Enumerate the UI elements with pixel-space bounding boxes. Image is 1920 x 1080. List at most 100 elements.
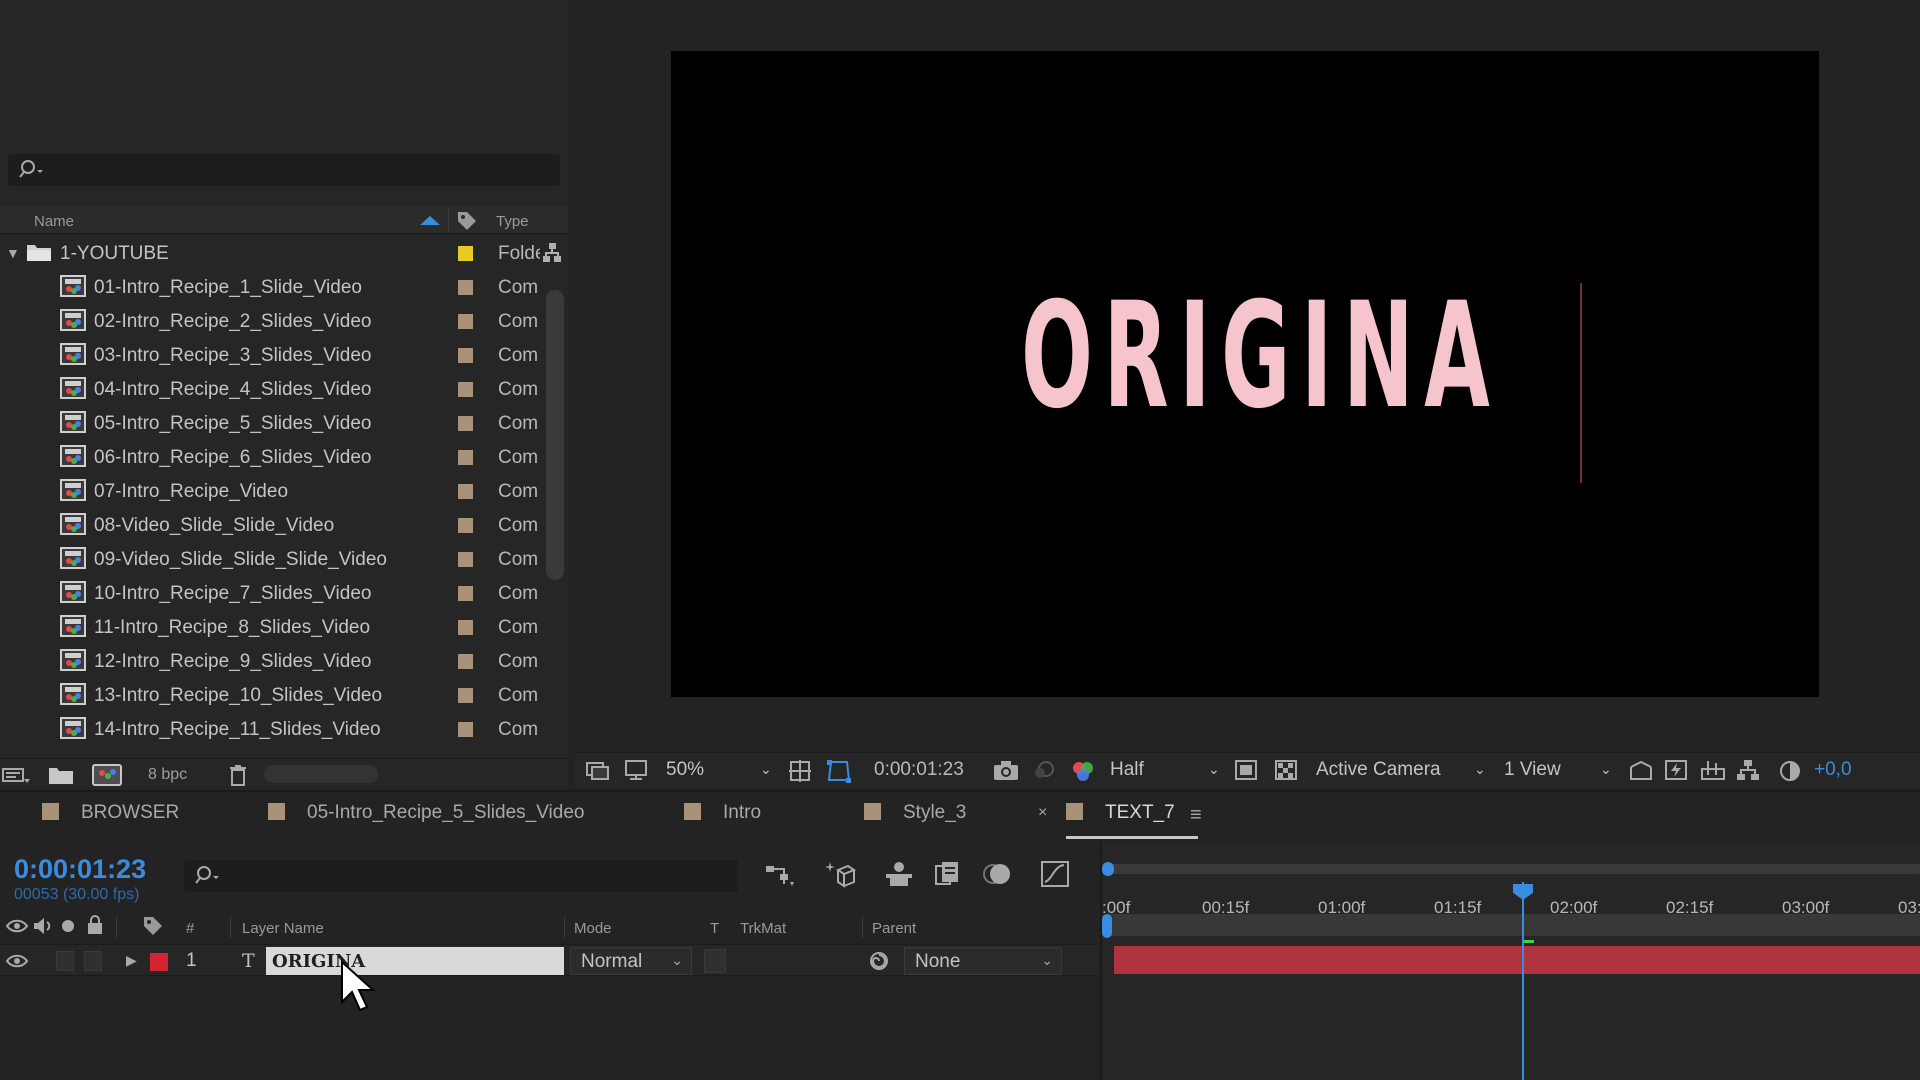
magnification-dropdown[interactable]: 50% ⌄: [664, 758, 782, 784]
timeline-graph-area[interactable]: :00f 00:15f 01:00f 01:15f 02:00f 02:15f 03:00f…: [1100, 842, 1920, 1080]
comp-label-color[interactable]: [458, 280, 473, 295]
current-time-display[interactable]: 0:00:01:23: [874, 759, 964, 781]
canvas-title-text[interactable]: ORIGINA: [1021, 283, 1490, 429]
comp-label-color[interactable]: [458, 586, 473, 601]
timeline-icon[interactable]: [1700, 759, 1726, 781]
comp-label-color[interactable]: [458, 552, 473, 567]
column-layer-name[interactable]: Layer Name: [242, 920, 324, 937]
search-icon[interactable]: [18, 158, 48, 182]
flowchart-icon[interactable]: [542, 242, 562, 264]
graph-editor-icon[interactable]: [1040, 860, 1070, 888]
layer-row[interactable]: ▶ 1 T ORIGINA Normal ⌄ None ⌄: [0, 944, 1098, 976]
comp-label-color[interactable]: [458, 722, 473, 737]
project-comp-row[interactable]: 06-Intro_Recipe_6_Slides_Video Com: [0, 440, 550, 474]
trash-icon[interactable]: [228, 764, 248, 786]
toggle-pixel-aspect-icon[interactable]: [1628, 759, 1654, 781]
playhead-line[interactable]: [1522, 882, 1524, 1080]
panel-menu-icon[interactable]: ≡: [1190, 804, 1202, 827]
column-type[interactable]: Type: [496, 213, 529, 230]
comp-label-color[interactable]: [458, 620, 473, 635]
video-visibility-icon[interactable]: [6, 952, 28, 970]
pick-whip-icon[interactable]: [868, 950, 890, 972]
flowchart-icon[interactable]: [1736, 759, 1760, 781]
project-comp-row[interactable]: 11-Intro_Recipe_8_Slides_Video Com: [0, 610, 550, 644]
layer-name-field[interactable]: ORIGINA: [266, 947, 564, 975]
layer-duration-bar[interactable]: [1114, 946, 1920, 974]
comp-label-color[interactable]: [458, 450, 473, 465]
time-navigator-bar[interactable]: [1102, 914, 1920, 938]
time-ruler[interactable]: :00f 00:15f 01:00f 01:15f 02:00f 02:15f 03:00f…: [1102, 862, 1920, 932]
parent-dropdown[interactable]: None ⌄: [904, 947, 1062, 975]
solo-toggle[interactable]: [56, 951, 74, 971]
project-comp-row[interactable]: 07-Intro_Recipe_Video Com: [0, 474, 550, 508]
new-composition-icon[interactable]: [92, 764, 122, 786]
project-comp-row[interactable]: 03-Intro_Recipe_3_Slides_Video Com: [0, 338, 550, 372]
project-comp-row[interactable]: 14-Intro_Recipe_11_Slides_Video Com: [0, 712, 550, 746]
comp-label-color[interactable]: [458, 688, 473, 703]
fast-previews-icon[interactable]: [1664, 759, 1688, 781]
twirl-closed-icon[interactable]: ▶: [126, 952, 137, 969]
bit-depth-button[interactable]: 8 bpc: [148, 766, 187, 784]
view-layout-dropdown[interactable]: 1 View ⌄: [1502, 758, 1620, 784]
layer-label-color[interactable]: [150, 953, 168, 971]
label-tag-icon[interactable]: [142, 915, 164, 937]
tab-text-7[interactable]: TEXT_7: [1066, 802, 1198, 839]
twirl-open-icon[interactable]: ▼: [6, 245, 20, 261]
project-comp-row[interactable]: 02-Intro_Recipe_2_Slides_Video Com: [0, 304, 550, 338]
comp-label-color[interactable]: [458, 416, 473, 431]
project-comp-row[interactable]: 10-Intro_Recipe_7_Slides_Video Com: [0, 576, 550, 610]
time-navigator-start-handle[interactable]: [1102, 914, 1112, 938]
transparency-grid-icon[interactable]: [1274, 759, 1298, 781]
project-comp-row[interactable]: 12-Intro_Recipe_9_Slides_Video Com: [0, 644, 550, 678]
tab-05-intro-recipe[interactable]: 05-Intro_Recipe_5_Slides_Video: [268, 802, 584, 832]
lock-toggle[interactable]: [84, 951, 102, 971]
folder-label-color[interactable]: [458, 246, 473, 261]
video-visibility-icon[interactable]: [6, 917, 28, 935]
reset-exposure-icon[interactable]: [1778, 759, 1802, 783]
work-area-bar[interactable]: [1106, 864, 1920, 874]
sort-ascending-icon[interactable]: [418, 213, 442, 227]
comp-label-color[interactable]: [458, 518, 473, 533]
search-icon[interactable]: [194, 864, 224, 888]
resolution-dropdown[interactable]: Half ⌄: [1108, 758, 1226, 784]
draft-3d-icon[interactable]: [824, 860, 856, 888]
mask-visibility-icon[interactable]: [826, 759, 852, 783]
project-search-input[interactable]: [8, 154, 560, 186]
comp-label-color[interactable]: [458, 484, 473, 499]
project-comp-row[interactable]: 08-Video_Slide_Slide_Video Com: [0, 508, 550, 542]
tab-intro[interactable]: Intro: [684, 802, 761, 832]
column-name[interactable]: Name: [34, 213, 74, 230]
label-tag-icon[interactable]: [456, 210, 478, 232]
tab-browser[interactable]: BROWSER: [42, 802, 179, 832]
project-comp-row[interactable]: 09-Video_Slide_Slide_Slide_Video Com: [0, 542, 550, 576]
motion-blur-icon[interactable]: [982, 860, 1012, 888]
tab-style-3[interactable]: Style_3: [864, 802, 966, 832]
comp-label-color[interactable]: [458, 314, 473, 329]
color-channels-icon[interactable]: [1070, 759, 1096, 783]
project-comp-row[interactable]: 13-Intro_Recipe_10_Slides_Video Com: [0, 678, 550, 712]
project-comp-row[interactable]: 05-Intro_Recipe_5_Slides_Video Com: [0, 406, 550, 440]
project-folder-row[interactable]: ▼ 1-YOUTUBE Folde: [0, 236, 561, 270]
timeline-search-input[interactable]: [184, 860, 738, 892]
camera-view-dropdown[interactable]: Active Camera ⌄: [1314, 758, 1492, 784]
region-of-interest-icon[interactable]: [1234, 759, 1258, 781]
audio-speaker-icon[interactable]: [32, 917, 54, 935]
composition-mini-flowchart-icon[interactable]: [764, 862, 796, 888]
new-folder-icon[interactable]: [48, 765, 74, 785]
project-scrollbar[interactable]: [546, 290, 564, 580]
grid-guides-icon[interactable]: [788, 759, 814, 783]
timeline-current-time[interactable]: 0:00:01:23: [14, 854, 146, 885]
monitor-icon[interactable]: [624, 759, 650, 781]
snapshot-camera-icon[interactable]: [992, 759, 1020, 781]
solo-dot-icon[interactable]: [60, 918, 76, 934]
exposure-value[interactable]: +0,0: [1814, 759, 1852, 781]
interpret-footage-icon[interactable]: [2, 765, 32, 785]
close-tab-icon[interactable]: ×: [1038, 804, 1047, 822]
hide-shy-layers-icon[interactable]: [884, 860, 914, 888]
frame-blending-icon[interactable]: [934, 860, 962, 888]
always-preview-icon[interactable]: [586, 759, 612, 781]
blend-mode-dropdown[interactable]: Normal ⌄: [570, 947, 692, 975]
show-snapshot-icon[interactable]: [1032, 759, 1056, 781]
preserve-transparency-toggle[interactable]: [704, 949, 726, 973]
project-comp-row[interactable]: 01-Intro_Recipe_1_Slide_Video Com: [0, 270, 550, 304]
